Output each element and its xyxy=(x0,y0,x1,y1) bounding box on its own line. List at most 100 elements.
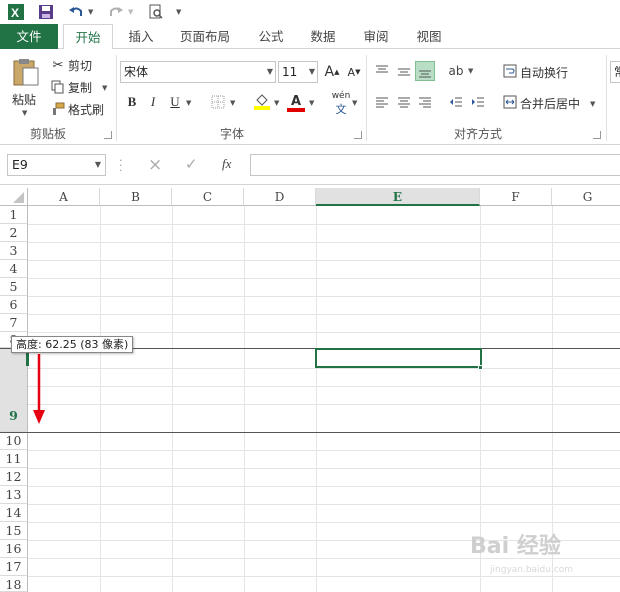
align-left-icon[interactable] xyxy=(372,92,392,112)
number-format-combo[interactable]: 常 xyxy=(610,61,620,83)
selected-cell-e9[interactable] xyxy=(315,348,482,368)
row-header-5[interactable]: 5 xyxy=(0,278,28,296)
column-header-d[interactable]: D xyxy=(244,188,316,206)
redo-icon[interactable] xyxy=(106,2,126,22)
tab-view[interactable]: 视图 xyxy=(406,24,452,49)
phonetic-dropdown-icon[interactable]: ▼ xyxy=(352,99,357,107)
insert-function-icon[interactable]: fx xyxy=(222,156,231,172)
row-header-6[interactable]: 6 xyxy=(0,296,28,314)
cut-button[interactable]: 剪切 xyxy=(68,57,92,74)
column-header-g[interactable]: G xyxy=(552,188,620,206)
font-color-dropdown-icon[interactable]: ▼ xyxy=(309,99,314,107)
column-gridline xyxy=(316,206,317,592)
merge-center-dropdown-icon[interactable]: ▼ xyxy=(590,100,595,108)
column-header-f[interactable]: F xyxy=(480,188,552,206)
name-box[interactable]: E9 ▼ xyxy=(7,154,106,176)
fill-color-dropdown-icon[interactable]: ▼ xyxy=(274,99,279,107)
chevron-down-icon: ▼ xyxy=(94,160,101,169)
customize-qat-icon[interactable]: ▼ xyxy=(176,8,181,16)
undo-icon[interactable] xyxy=(66,2,86,22)
underline-button[interactable]: U xyxy=(165,92,185,112)
row-header-11[interactable]: 11 xyxy=(0,450,28,468)
increase-indent-icon[interactable] xyxy=(468,92,488,112)
tab-formulas[interactable]: 公式 xyxy=(248,24,294,49)
row-header-9[interactable]: 9 xyxy=(0,348,28,432)
bold-button[interactable]: B xyxy=(122,92,142,112)
bottom-align-icon[interactable] xyxy=(415,61,435,81)
copy-icon[interactable] xyxy=(48,77,68,97)
row-header-15[interactable]: 15 xyxy=(0,522,28,540)
copy-dropdown-icon[interactable]: ▼ xyxy=(102,84,107,92)
orientation-dropdown-icon[interactable]: ▼ xyxy=(468,67,473,75)
format-painter-icon[interactable] xyxy=(48,99,68,119)
row-header-4[interactable]: 4 xyxy=(0,260,28,278)
fill-handle[interactable] xyxy=(478,365,483,370)
enter-icon[interactable]: ✓ xyxy=(185,155,198,173)
merge-center-icon[interactable] xyxy=(500,92,520,112)
wrap-text-icon[interactable] xyxy=(500,61,520,81)
font-name-combo[interactable]: 宋体 ▼ xyxy=(120,61,276,83)
middle-align-icon[interactable] xyxy=(394,61,414,81)
clipboard-launcher-icon[interactable] xyxy=(104,131,112,139)
row-header-3[interactable]: 3 xyxy=(0,242,28,260)
row-header-16[interactable]: 16 xyxy=(0,540,28,558)
tab-file[interactable]: 文件 xyxy=(0,24,58,49)
print-preview-icon[interactable] xyxy=(146,2,166,22)
align-center-icon[interactable] xyxy=(394,92,414,112)
column-header-e[interactable]: E xyxy=(316,188,480,206)
merge-center-button[interactable]: 合并后居中 xyxy=(520,95,580,112)
font-launcher-icon[interactable] xyxy=(354,131,362,139)
tab-home[interactable]: 开始 xyxy=(63,24,113,50)
borders-dropdown-icon[interactable]: ▼ xyxy=(230,99,235,107)
undo-dropdown-icon[interactable]: ▼ xyxy=(88,8,93,16)
excel-logo-icon: X xyxy=(6,2,26,22)
redo-dropdown-icon[interactable]: ▼ xyxy=(128,8,133,16)
phonetic-label: wén xyxy=(331,91,351,101)
row-header-10[interactable]: 10 xyxy=(0,432,28,450)
row-header-17[interactable]: 17 xyxy=(0,558,28,576)
row-header-12[interactable]: 12 xyxy=(0,468,28,486)
row-header-14[interactable]: 14 xyxy=(0,504,28,522)
column-header-c[interactable]: C xyxy=(172,188,244,206)
phonetic-guide-button[interactable]: wén 文 xyxy=(330,91,352,116)
formula-input[interactable] xyxy=(250,154,620,176)
align-right-icon[interactable] xyxy=(415,92,435,112)
column-header-a[interactable]: A xyxy=(28,188,100,206)
alignment-launcher-icon[interactable] xyxy=(593,131,601,139)
tab-insert[interactable]: 插入 xyxy=(118,24,164,49)
save-icon[interactable] xyxy=(36,2,56,22)
paste-button[interactable]: 粘贴 ▼ xyxy=(8,55,44,117)
row-header-7[interactable]: 7 xyxy=(0,314,28,332)
cancel-icon[interactable]: × xyxy=(148,155,162,175)
group-separator xyxy=(116,55,117,141)
phonetic-char-icon: 文 xyxy=(335,103,347,116)
orientation-icon[interactable]: ab xyxy=(446,61,466,81)
row-gridline xyxy=(28,242,620,243)
underline-dropdown-icon[interactable]: ▼ xyxy=(186,99,191,107)
row-header-13[interactable]: 13 xyxy=(0,486,28,504)
borders-icon[interactable] xyxy=(208,92,228,112)
fill-color-icon[interactable] xyxy=(252,91,272,111)
column-gridline xyxy=(172,206,173,592)
italic-button[interactable]: I xyxy=(143,92,163,112)
top-align-icon[interactable] xyxy=(372,61,392,81)
row-gridline xyxy=(28,314,620,315)
tab-data[interactable]: 数据 xyxy=(300,24,346,49)
font-size-combo[interactable]: 11 ▼ xyxy=(278,61,318,83)
tab-page-layout[interactable]: 页面布局 xyxy=(172,24,238,49)
copy-button[interactable]: 复制 xyxy=(68,79,92,96)
column-header-b[interactable]: B xyxy=(100,188,172,206)
row-header-1[interactable]: 1 xyxy=(0,206,28,224)
decrease-indent-icon[interactable] xyxy=(446,92,466,112)
wrap-text-button[interactable]: 自动换行 xyxy=(520,64,568,81)
format-painter-button[interactable]: 格式刷 xyxy=(68,101,104,118)
tab-review[interactable]: 审阅 xyxy=(353,24,399,49)
row-header-18[interactable]: 18 xyxy=(0,576,28,592)
cut-icon[interactable]: ✂ xyxy=(48,55,68,75)
row-header-2[interactable]: 2 xyxy=(0,224,28,242)
formula-bar-grip-icon[interactable]: · · · xyxy=(119,155,123,176)
increase-font-size-icon[interactable]: A ▲ xyxy=(322,62,342,82)
select-all-corner[interactable] xyxy=(0,188,28,206)
font-color-icon[interactable]: A xyxy=(286,91,306,112)
decrease-font-size-icon[interactable]: A ▼ xyxy=(344,62,364,82)
